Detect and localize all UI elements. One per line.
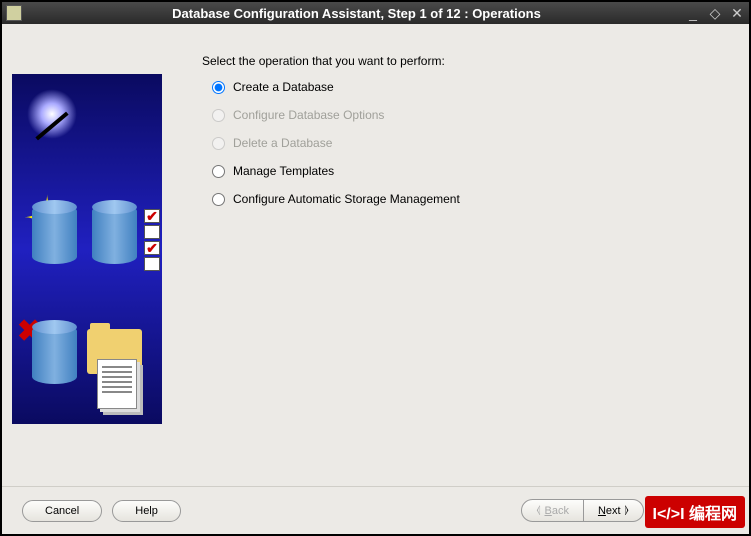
wizard-illustration: ✦ ✔ ✔ ✖ — [12, 74, 162, 424]
back-arrow-icon: ⦉ — [536, 504, 540, 517]
nav-button-group: ⦉ Back Next ⦊ — [521, 499, 643, 522]
help-button[interactable]: Help — [112, 500, 181, 522]
radio-input-create[interactable] — [212, 81, 225, 94]
dbca-window: Database Configuration Assistant, Step 1… — [0, 0, 751, 536]
radio-input-asm[interactable] — [212, 193, 225, 206]
back-button: ⦉ Back — [521, 499, 584, 522]
next-button[interactable]: Next ⦊ — [584, 499, 644, 522]
radio-label-delete: Delete a Database — [233, 136, 332, 150]
maximize-icon[interactable]: ◇ — [707, 5, 723, 21]
radio-label-create: Create a Database — [233, 80, 334, 94]
main-panel: Select the operation that you want to pe… — [202, 54, 739, 476]
window-title: Database Configuration Assistant, Step 1… — [28, 6, 685, 21]
window-controls: _ ◇ ✕ — [685, 5, 745, 21]
cancel-button[interactable]: Cancel — [22, 500, 102, 522]
watermark-badge: I</>I 编程网 — [645, 496, 745, 528]
radio-input-configure — [212, 109, 225, 122]
content-area: ✦ ✔ ✔ ✖ Select the operation that you wa… — [2, 24, 749, 486]
minimize-icon[interactable]: _ — [685, 5, 701, 21]
close-icon[interactable]: ✕ — [729, 5, 745, 21]
radio-delete-database: Delete a Database — [212, 136, 739, 150]
operations-radio-group: Create a Database Configure Database Opt… — [202, 80, 739, 206]
radio-label-templates: Manage Templates — [233, 164, 334, 178]
radio-configure-options: Configure Database Options — [212, 108, 739, 122]
radio-configure-asm[interactable]: Configure Automatic Storage Management — [212, 192, 739, 206]
radio-label-configure: Configure Database Options — [233, 108, 384, 122]
app-icon — [6, 5, 22, 21]
titlebar: Database Configuration Assistant, Step 1… — [2, 2, 749, 24]
radio-manage-templates[interactable]: Manage Templates — [212, 164, 739, 178]
button-bar: Cancel Help ⦉ Back Next ⦊ Finish — [2, 486, 749, 534]
radio-label-asm: Configure Automatic Storage Management — [233, 192, 460, 206]
operation-prompt: Select the operation that you want to pe… — [202, 54, 739, 68]
radio-create-database[interactable]: Create a Database — [212, 80, 739, 94]
radio-input-templates[interactable] — [212, 165, 225, 178]
radio-input-delete — [212, 137, 225, 150]
next-arrow-icon: ⦊ — [625, 504, 629, 517]
